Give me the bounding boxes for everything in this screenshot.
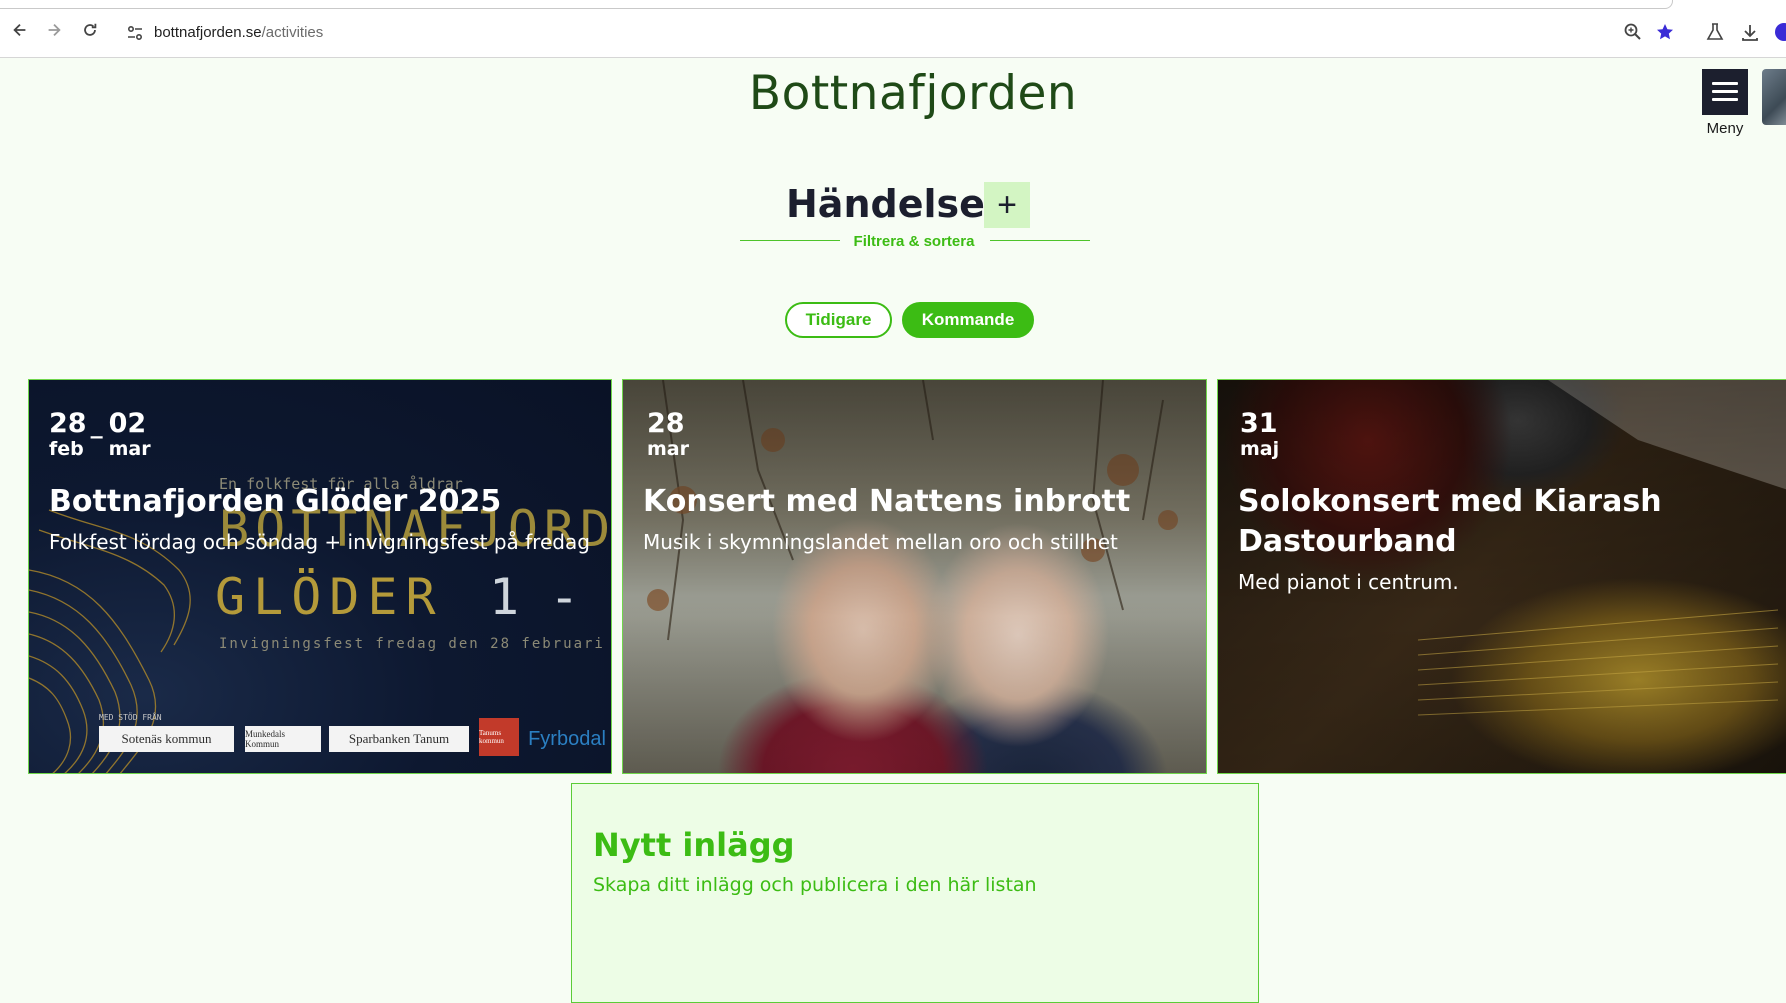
download-icon[interactable] — [1740, 22, 1760, 42]
sponsor-logo: Munkedals Kommun — [245, 726, 321, 752]
filter-divider-left — [740, 240, 840, 241]
event-subtitle: Folkfest lördag och söndag + invigningsf… — [49, 530, 590, 554]
event-day: 28 — [647, 408, 685, 439]
poster-glow: GLÖDER — [215, 568, 444, 626]
page-title: Händelser — [786, 182, 1004, 226]
reload-button[interactable] — [76, 16, 104, 44]
arrow-right-icon — [48, 23, 61, 37]
event-card[interactable]: 28 mar Konsert med Nattens inbrott Musik… — [622, 379, 1207, 774]
event-day: 28 — [49, 408, 87, 439]
event-title: Konsert med Nattens inbrott — [643, 484, 1131, 519]
event-card[interactable]: En folkfest för alla åldrar BOTTNAFJORDE… — [28, 379, 612, 774]
profile-icon[interactable] — [1774, 22, 1786, 42]
poster-dates: 1 - 2 MARS — [489, 568, 611, 626]
site-title[interactable]: Bottnafjorden — [0, 66, 1786, 121]
upcoming-events-toggle[interactable]: Kommande — [902, 302, 1034, 338]
event-date: 31 maj — [1240, 408, 1280, 461]
event-month: feb — [49, 438, 84, 460]
sponsor-logo: Tanums kommun — [479, 718, 519, 756]
zoom-icon[interactable] — [1623, 22, 1643, 42]
event-month: maj — [1240, 438, 1280, 460]
labs-flask-icon[interactable] — [1705, 22, 1725, 42]
site-info-icon[interactable] — [126, 24, 144, 42]
poster-opening: Invigningsfest fredag den 28 februari — [219, 636, 605, 652]
event-day: 31 — [1240, 408, 1278, 439]
event-title: Solokonsert med Kiarash Dastourband — [1238, 484, 1662, 559]
card-shade — [623, 380, 1206, 773]
url-domain: bottnafjorden.se — [154, 24, 262, 41]
back-button[interactable] — [6, 16, 34, 44]
new-post-description: Skapa ditt inlägg och publicera i den hä… — [593, 874, 1037, 896]
browser-toolbar: bottnafjorden.se/activities — [0, 0, 1786, 58]
event-day-end: 02 — [108, 408, 147, 439]
avatar[interactable] — [1762, 69, 1786, 125]
menu-label[interactable]: Meny — [1695, 120, 1755, 137]
event-date: 28 mar — [647, 408, 689, 461]
filter-divider-right — [990, 240, 1090, 241]
add-event-button[interactable]: + — [984, 182, 1030, 228]
forward-button[interactable] — [40, 16, 68, 44]
url-text: bottnafjorden.se/activities — [154, 24, 323, 41]
new-post-card[interactable]: Nytt inlägg Skapa ditt inlägg och public… — [571, 783, 1259, 1003]
url-path: /activities — [261, 24, 324, 41]
hamburger-icon — [1712, 82, 1738, 102]
address-bar[interactable]: bottnafjorden.se/activities — [118, 14, 1688, 52]
previous-events-toggle[interactable]: Tidigare — [785, 302, 892, 338]
poster-support: MED STÖD FRÅN — [99, 713, 162, 722]
event-month: mar — [647, 438, 689, 460]
event-card[interactable]: 31 maj Solokonsert med Kiarash Dastourba… — [1217, 379, 1786, 774]
event-title: Bottnafjorden Glöder 2025 — [49, 484, 502, 519]
event-month-end: mar — [108, 438, 151, 460]
sponsor-logo: Sotenäs kommun — [99, 726, 234, 752]
arrow-left-icon — [13, 23, 26, 37]
reload-icon — [84, 23, 97, 36]
tab-strip-edge — [0, 0, 1673, 9]
new-post-title: Nytt inlägg — [593, 826, 795, 864]
sponsor-logo: Fyrbodal — [528, 727, 606, 750]
menu-button[interactable] — [1702, 69, 1748, 115]
event-subtitle: Musik i skymningslandet mellan oro och s… — [643, 530, 1118, 554]
event-subtitle: Med pianot i centrum. — [1238, 570, 1459, 594]
event-date: 28 feb _ 02 mar — [49, 408, 151, 461]
bookmark-star-icon[interactable] — [1655, 22, 1675, 42]
filter-sort-link[interactable]: Filtrera & sortera — [840, 233, 988, 250]
sponsor-logo: Sparbanken Tanum — [329, 726, 469, 752]
date-range-dash: _ — [90, 411, 103, 439]
